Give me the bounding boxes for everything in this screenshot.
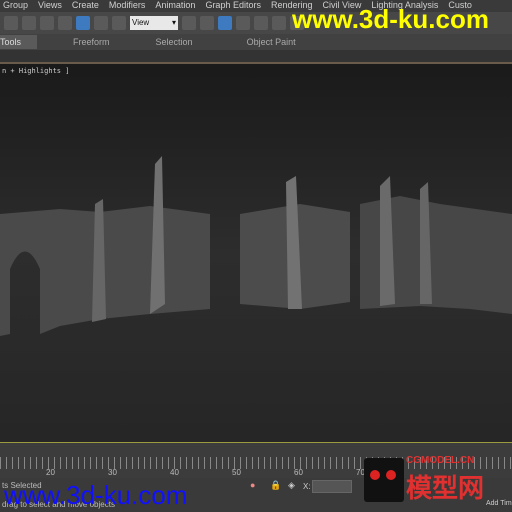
- menu-modifiers[interactable]: Modifiers: [106, 0, 153, 12]
- select-move-icon[interactable]: [76, 16, 90, 30]
- select-manipulate-icon[interactable]: [200, 16, 214, 30]
- menu-group[interactable]: Group: [0, 0, 35, 12]
- tab-tools[interactable]: Tools: [0, 35, 38, 49]
- keyboard-shortcut-icon[interactable]: [218, 16, 232, 30]
- window-crossing-icon[interactable]: [58, 16, 72, 30]
- percent-snap-icon[interactable]: [272, 16, 286, 30]
- pivot-icon[interactable]: [182, 16, 196, 30]
- watermark-bottom: www.3d-ku.com: [4, 480, 188, 510]
- divider: [0, 50, 512, 64]
- isolate-icon[interactable]: ●: [250, 480, 255, 490]
- lock-icon[interactable]: 🔒: [270, 480, 281, 491]
- cgmodel-brand-cn: 模型网: [406, 473, 485, 503]
- snap-icon[interactable]: [236, 16, 250, 30]
- menu-create[interactable]: Create: [69, 0, 106, 12]
- tab-selection[interactable]: Selection: [130, 37, 213, 47]
- viewport-label[interactable]: n + Highlights ]: [2, 67, 69, 75]
- scale-icon[interactable]: [112, 16, 126, 30]
- ruined-walls-model: [0, 156, 512, 336]
- angle-snap-icon[interactable]: [254, 16, 268, 30]
- menu-graph-editors[interactable]: Graph Editors: [202, 0, 268, 12]
- x-coordinate-field[interactable]: [312, 480, 352, 493]
- tab-object-paint[interactable]: Object Paint: [213, 37, 316, 47]
- tick-label: 20: [46, 468, 55, 477]
- tab-freeform[interactable]: Freeform: [37, 37, 130, 47]
- select-by-name-icon[interactable]: [22, 16, 36, 30]
- rotate-icon[interactable]: [94, 16, 108, 30]
- watermark-top: www.3d-ku.com: [292, 4, 489, 34]
- select-icon[interactable]: [4, 16, 18, 30]
- cgmodel-logo: [364, 458, 404, 502]
- region-select-icon[interactable]: [40, 16, 54, 30]
- tick-label: 40: [170, 468, 179, 477]
- reference-coordinate-dropdown[interactable]: View: [130, 16, 178, 30]
- transform-mode-icon[interactable]: ◈: [288, 480, 295, 491]
- perspective-viewport[interactable]: n + Highlights ]: [0, 64, 512, 442]
- add-time-tag[interactable]: Add Tim: [486, 500, 512, 507]
- tick-label: 30: [108, 468, 117, 477]
- menu-views[interactable]: Views: [35, 0, 69, 12]
- menu-animation[interactable]: Animation: [152, 0, 202, 12]
- x-label: X:: [303, 482, 311, 491]
- cgmodel-brand: CGMODEL.CN: [406, 455, 475, 466]
- tick-label: 60: [294, 468, 303, 477]
- ribbon: Tools Freeform Selection Object Paint: [0, 34, 512, 50]
- tick-label: 50: [232, 468, 241, 477]
